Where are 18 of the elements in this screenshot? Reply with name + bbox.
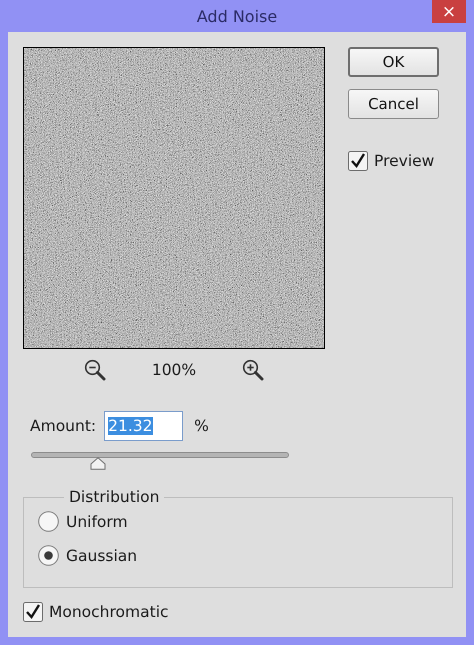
window-title: Add Noise xyxy=(196,6,278,26)
percent-unit: % xyxy=(194,417,209,435)
zoom-out-icon[interactable] xyxy=(84,359,106,381)
cancel-button[interactable]: Cancel xyxy=(348,89,439,119)
selected-radio-button[interactable] xyxy=(38,545,59,566)
checkbox-label: Preview xyxy=(374,152,434,170)
checked-checkbox[interactable] xyxy=(348,151,368,171)
zoom-level: 100% xyxy=(152,361,196,379)
close-button[interactable]: × xyxy=(432,0,466,23)
group-title: Distribution xyxy=(68,488,160,506)
zoom-in-icon[interactable] xyxy=(242,359,264,381)
checkbox-label: Monochromatic xyxy=(49,603,169,621)
radio-button[interactable] xyxy=(38,511,59,532)
radio-label: Gaussian xyxy=(66,546,138,564)
radio-label: Uniform xyxy=(66,512,128,530)
ok-button[interactable]: OK xyxy=(348,47,439,77)
amount-label: Amount: xyxy=(30,417,96,435)
checked-checkbox[interactable] xyxy=(23,602,43,622)
